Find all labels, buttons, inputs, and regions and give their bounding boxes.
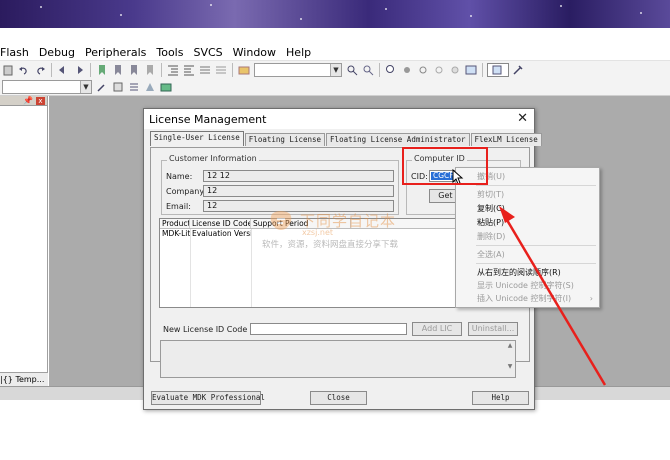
dialog-titlebar: License Management ✕ bbox=[144, 109, 534, 129]
pack-installer-icon[interactable] bbox=[159, 80, 173, 94]
toolbar-separator bbox=[51, 62, 52, 77]
project-panel: 📌 x bbox=[0, 96, 48, 386]
menu-svcs[interactable]: SVCS bbox=[193, 46, 228, 59]
dialog-title: License Management bbox=[149, 113, 267, 126]
bookmark-clear-icon[interactable] bbox=[143, 63, 157, 77]
unindent-icon[interactable] bbox=[182, 63, 196, 77]
name-field[interactable]: 12 12 bbox=[203, 170, 394, 182]
company-label: Company: bbox=[166, 187, 207, 196]
options-for-target-icon[interactable] bbox=[95, 80, 109, 94]
menu-debug[interactable]: Debug bbox=[39, 46, 81, 59]
dialog-close-icon[interactable]: ✕ bbox=[517, 111, 528, 126]
nav-forward-icon[interactable] bbox=[72, 63, 86, 77]
lic-status-area: ▲ ▼ bbox=[160, 340, 516, 378]
bookmark-next-icon[interactable] bbox=[127, 63, 141, 77]
pin-icon[interactable]: 📌 bbox=[23, 96, 33, 106]
license-tabs: Single-User License Floating License Flo… bbox=[150, 131, 543, 147]
redo-icon[interactable] bbox=[33, 63, 47, 77]
close-icon[interactable]: x bbox=[36, 97, 45, 105]
paste-icon[interactable] bbox=[1, 63, 15, 77]
incremental-find-icon[interactable] bbox=[361, 63, 375, 77]
undo-icon[interactable] bbox=[17, 63, 31, 77]
uncomment-icon[interactable] bbox=[214, 63, 228, 77]
find-icon[interactable] bbox=[345, 63, 359, 77]
chevron-down-icon[interactable]: ▼ bbox=[330, 63, 341, 76]
find-in-files-icon[interactable] bbox=[237, 63, 251, 77]
cid-highlight-box bbox=[402, 147, 488, 185]
tab-floating-license-admin[interactable]: Floating License Administrator bbox=[326, 133, 470, 146]
row-product: MDK-Lite bbox=[162, 229, 190, 238]
watermark-logo-icon bbox=[270, 211, 292, 230]
breakpoint-kill-icon[interactable] bbox=[448, 63, 462, 77]
templates-icon: {} bbox=[2, 375, 13, 384]
company-field[interactable]: 12 bbox=[203, 185, 394, 197]
start-debug-icon[interactable] bbox=[400, 63, 414, 77]
toolbar-separator bbox=[379, 62, 380, 77]
toolbar-separator bbox=[482, 62, 483, 77]
close-button[interactable]: Close bbox=[310, 391, 367, 405]
column-product[interactable]: Product bbox=[160, 219, 190, 228]
column-divider bbox=[251, 229, 252, 307]
template-tab-label: Temp... bbox=[15, 375, 45, 384]
menu-item-cut[interactable]: 剪切(T) bbox=[456, 188, 599, 201]
toolbar-build: ▼ bbox=[0, 78, 670, 96]
evaluate-mdk-professional-button[interactable]: Evaluate MDK Professional bbox=[151, 391, 265, 405]
project-panel-titlebar: 📌 x bbox=[0, 96, 47, 106]
find-combo[interactable]: ▼ bbox=[254, 62, 342, 77]
tab-flexlm-license[interactable]: FlexLM License bbox=[470, 133, 542, 146]
column-divider bbox=[190, 229, 191, 307]
tab-floating-license[interactable]: Floating License bbox=[244, 133, 326, 146]
row-license-id: Evaluation Version bbox=[192, 229, 251, 238]
bookmark-icon[interactable] bbox=[95, 63, 109, 77]
panel-tabs: |{} Temp... bbox=[0, 372, 48, 386]
toolbar-main: ▼ bbox=[0, 60, 670, 78]
breakpoint-icon[interactable] bbox=[416, 63, 430, 77]
target-combo[interactable]: ▼ bbox=[2, 79, 92, 94]
new-lic-input[interactable] bbox=[250, 323, 407, 335]
email-label: Email: bbox=[166, 202, 191, 211]
indent-icon[interactable] bbox=[166, 63, 180, 77]
manage-components-icon[interactable] bbox=[127, 80, 141, 94]
menu-peripherals[interactable]: Peripherals bbox=[85, 46, 152, 59]
menu-tools[interactable]: Tools bbox=[156, 46, 189, 59]
watermark-domain: xzsj.net bbox=[302, 228, 333, 237]
menu-window[interactable]: Window bbox=[233, 46, 282, 59]
file-extensions-icon[interactable] bbox=[111, 80, 125, 94]
name-label: Name: bbox=[166, 172, 193, 181]
menu-separator bbox=[476, 185, 596, 186]
add-lic-button[interactable]: Add LIC bbox=[412, 322, 462, 336]
annotation-arrow-icon bbox=[499, 206, 607, 386]
watermark-subtitle: 软件，资源，资料网盘直接分享下载 bbox=[262, 240, 399, 250]
menu-help[interactable]: Help bbox=[286, 46, 317, 59]
column-license-id-code[interactable]: License ID Code... bbox=[190, 219, 251, 228]
configure-icon[interactable] bbox=[511, 63, 525, 77]
window-icon[interactable] bbox=[464, 63, 478, 77]
help-button[interactable]: Help bbox=[472, 391, 529, 405]
menu-flash[interactable]: Flash bbox=[0, 46, 35, 59]
select-packs-icon[interactable] bbox=[143, 80, 157, 94]
bookmark-prev-icon[interactable] bbox=[111, 63, 125, 77]
chevron-down-icon[interactable]: ▼ bbox=[80, 80, 91, 93]
comment-icon[interactable] bbox=[198, 63, 212, 77]
menubar: Flash Debug Peripherals Tools SVCS Windo… bbox=[0, 44, 670, 60]
toolbar-separator bbox=[90, 62, 91, 77]
desktop-banner bbox=[0, 0, 670, 28]
breakpoint-disable-icon[interactable] bbox=[432, 63, 446, 77]
customer-information-legend: Customer Information bbox=[167, 154, 259, 163]
tab-single-user-license[interactable]: Single-User License bbox=[150, 131, 244, 146]
toolbar-separator bbox=[161, 62, 162, 77]
watermark: 下同学自记本 xzsj.net 软件，资源，资料网盘直接分享下载 bbox=[262, 208, 412, 252]
toolbar-separator bbox=[232, 62, 233, 77]
template-tab[interactable]: |{} Temp... bbox=[0, 375, 44, 384]
customer-information-group: Customer Information Name: 12 12 Company… bbox=[161, 154, 399, 215]
view-dropdown-icon[interactable] bbox=[487, 62, 509, 77]
zoom-icon[interactable] bbox=[384, 63, 398, 77]
nav-back-icon[interactable] bbox=[56, 63, 70, 77]
